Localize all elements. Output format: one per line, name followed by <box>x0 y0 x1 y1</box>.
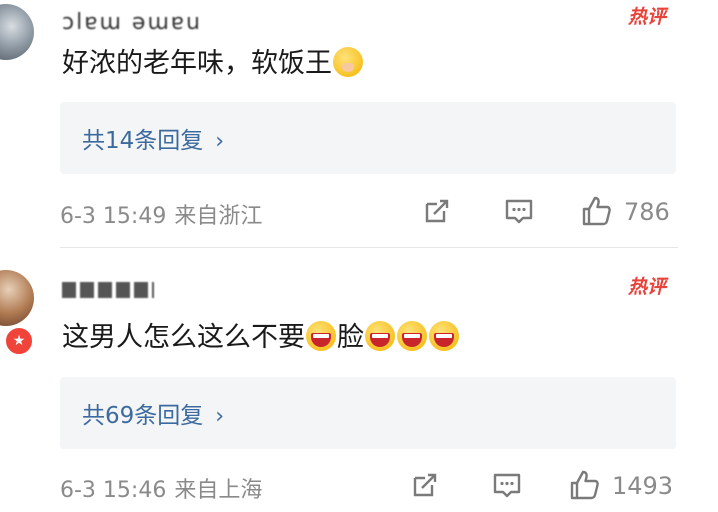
avatar[interactable] <box>0 4 34 60</box>
comment-icon[interactable] <box>490 468 524 502</box>
comment-divider <box>60 247 678 248</box>
view-replies-link[interactable]: 共14条回复 › <box>82 121 224 155</box>
chevron-right-icon: › <box>215 129 225 154</box>
hot-comment-badge: 热评 <box>627 6 666 28</box>
shush-face-emoji-icon <box>333 47 363 77</box>
laughing-face-emoji-icon <box>429 321 459 351</box>
chevron-right-icon: › <box>215 404 225 429</box>
comment-location: 来自上海 <box>174 478 263 503</box>
comment-icon[interactable] <box>502 194 536 228</box>
view-replies-link[interactable]: 共69条回复 › <box>82 396 224 430</box>
comment-location: 来自浙江 <box>174 204 263 229</box>
comment-footer: 6-3 15:49 来自浙江 786 <box>60 194 678 234</box>
like-count: 786 <box>624 198 670 226</box>
comment-date: 6-3 15:46 <box>60 478 167 503</box>
thumbs-up-icon[interactable] <box>580 194 614 228</box>
share-icon[interactable] <box>408 468 442 502</box>
username[interactable]: ɔlɐɯ ǝɯɐu <box>62 10 202 35</box>
thumbs-up-icon[interactable] <box>568 468 602 502</box>
share-icon[interactable] <box>420 194 454 228</box>
comment-item: ɔlɐɯ ǝɯɐu 热评 好浓的老年味，软饭王 共14条回复 › 6-3 15:4… <box>0 0 718 250</box>
like-count: 1493 <box>612 472 674 500</box>
comment-text-tail: 脸 <box>337 322 364 353</box>
verified-badge-icon: ★ <box>4 326 34 356</box>
comment-item: ★ 热评 这男人怎么这么不要 脸 共69条回复 › 6-3 15:46 来自上海 14… <box>0 262 718 512</box>
comment-footer: 6-3 15:46 来自上海 1493 <box>60 468 678 508</box>
replies-count-label: 共69条回复 <box>82 403 204 429</box>
replies-count-label: 共14条回复 <box>82 128 204 154</box>
comment-text-body: 这男人怎么这么不要 <box>62 322 305 353</box>
comment-date: 6-3 15:49 <box>60 204 167 229</box>
comment-text: 好浓的老年味，软饭王 <box>62 46 364 82</box>
comment-text: 这男人怎么这么不要 脸 <box>62 320 460 356</box>
laughing-face-emoji-icon <box>306 321 336 351</box>
hot-comment-badge: 热评 <box>627 276 666 298</box>
comment-meta: 6-3 15:49 来自浙江 <box>60 198 262 230</box>
replies-panel[interactable]: 共14条回复 › <box>60 102 676 174</box>
comment-meta: 6-3 15:46 来自上海 <box>60 472 262 504</box>
avatar[interactable] <box>0 270 34 326</box>
username[interactable] <box>62 282 154 298</box>
laughing-face-emoji-icon <box>397 321 427 351</box>
replies-panel[interactable]: 共69条回复 › <box>60 377 676 449</box>
laughing-face-emoji-icon <box>365 321 395 351</box>
comment-text-body: 好浓的老年味，软饭王 <box>62 48 332 79</box>
